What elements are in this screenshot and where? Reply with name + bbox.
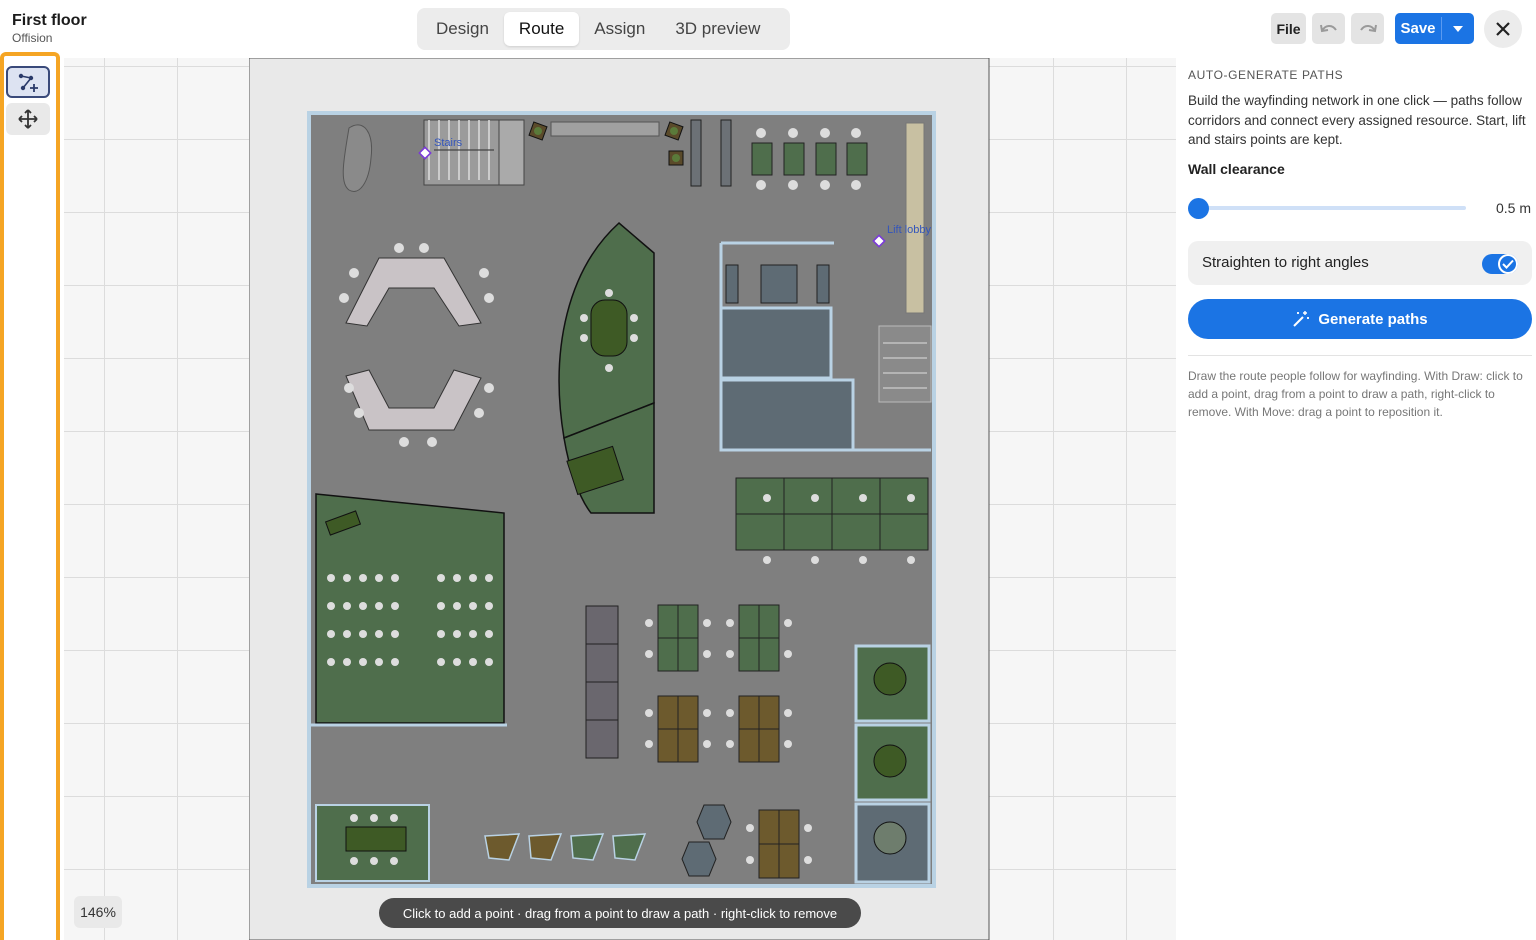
route-point-label-lift-lobby: Lift lobby <box>887 224 932 236</box>
route-panel: AUTO-GENERATE PATHS Build the wayfinding… <box>1176 58 1536 940</box>
magic-wand-icon <box>1293 311 1310 327</box>
undo-button[interactable] <box>1312 13 1345 44</box>
draw-path-tool[interactable] <box>6 66 50 98</box>
page-title: First floor <box>12 12 87 29</box>
redo-button[interactable] <box>1351 13 1384 44</box>
tab-route[interactable]: Route <box>503 12 580 46</box>
generate-paths-label: Generate paths <box>1318 310 1428 328</box>
panel-divider <box>1188 355 1532 356</box>
wall-clearance-slider-thumb[interactable] <box>1188 198 1209 219</box>
redo-icon <box>1359 24 1377 32</box>
app-header: First floor Offision Design Route Assign… <box>0 0 1536 58</box>
path-draw-icon <box>18 73 38 92</box>
undo-icon <box>1319 24 1337 32</box>
straighten-row[interactable]: Straighten to right angles <box>1188 241 1532 285</box>
generate-paths-button[interactable]: Generate paths <box>1188 299 1532 339</box>
wall-clearance-value: 0.5 m <box>1496 200 1532 216</box>
mode-tabs: Design Route Assign 3D preview <box>417 8 790 50</box>
canvas-hint: Click to add a point · drag from a point… <box>379 898 861 928</box>
save-menu-button[interactable] <box>1442 13 1474 44</box>
tab-assign[interactable]: Assign <box>579 12 660 46</box>
panel-heading: AUTO-GENERATE PATHS <box>1188 68 1344 82</box>
floorplan[interactable]: Stairs Lift lobby <box>249 58 990 940</box>
tab-3d-preview[interactable]: 3D preview <box>660 12 775 46</box>
floorplan-canvas[interactable]: Stairs Lift lobby 146% Click to add a po… <box>64 58 1176 940</box>
panel-description: Build the wayfinding network in one clic… <box>1188 93 1526 147</box>
move-point-tool[interactable] <box>6 103 50 135</box>
toggle-knob <box>1498 254 1518 274</box>
wall-clearance-label: Wall clearance <box>1188 161 1285 177</box>
file-button[interactable]: File <box>1271 13 1306 44</box>
tab-design[interactable]: Design <box>421 12 504 46</box>
zoom-indicator[interactable]: 146% <box>74 896 122 928</box>
panel-help-text: Draw the route people follow for wayfind… <box>1188 369 1523 419</box>
straighten-toggle[interactable] <box>1482 254 1518 274</box>
wall-clearance-slider[interactable] <box>1198 206 1466 210</box>
page-subtitle: Offision <box>12 31 53 45</box>
close-icon <box>1496 22 1510 36</box>
move-icon <box>18 109 38 129</box>
straighten-label: Straighten to right angles <box>1202 254 1369 271</box>
save-button[interactable]: Save <box>1395 13 1441 44</box>
chevron-down-icon <box>1453 25 1463 32</box>
save-split-button: Save <box>1395 13 1474 44</box>
close-button[interactable] <box>1484 10 1522 48</box>
check-icon <box>1502 259 1514 269</box>
tool-rail <box>0 52 60 940</box>
route-point-label-stairs: Stairs <box>434 137 463 149</box>
